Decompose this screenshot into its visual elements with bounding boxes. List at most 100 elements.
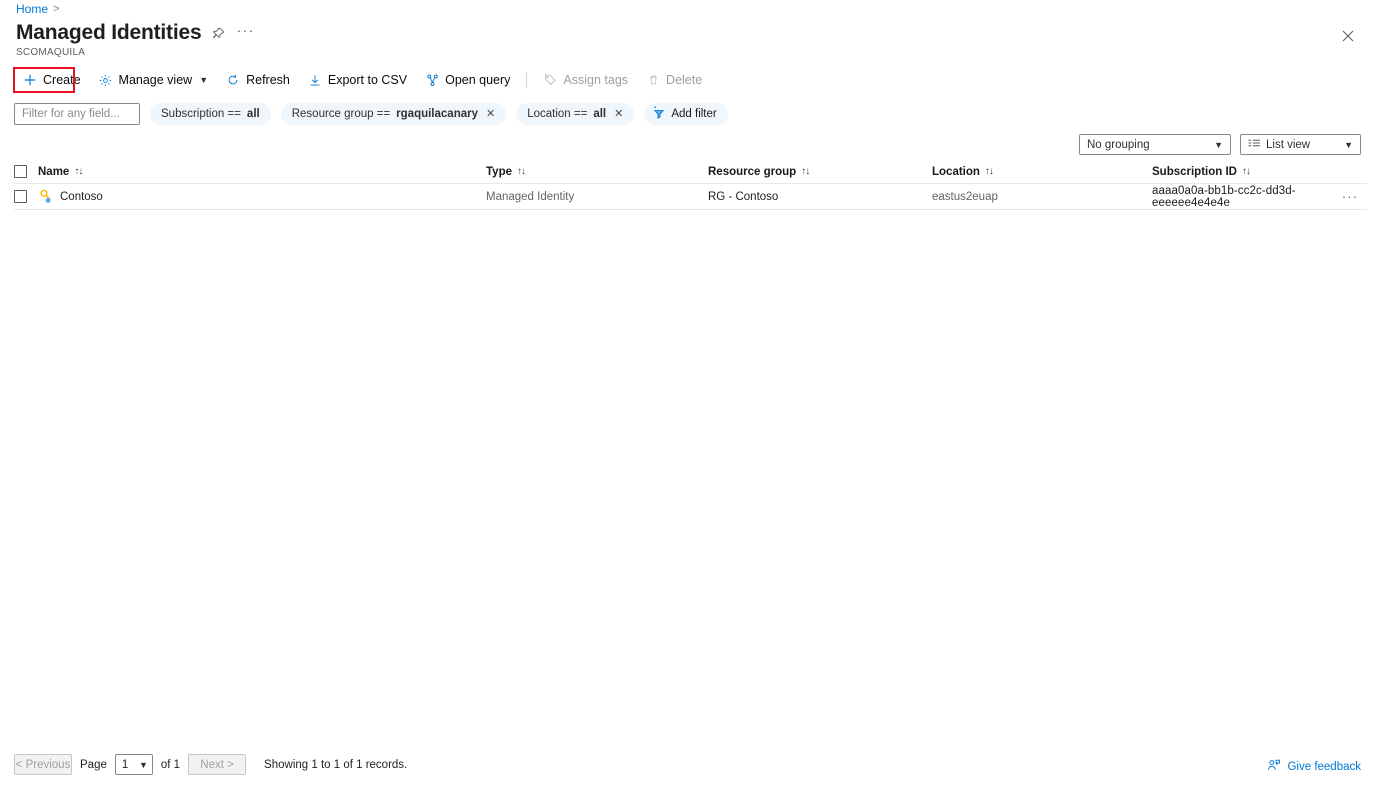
column-header-name-label: Name <box>38 166 69 178</box>
managed-identity-icon <box>38 189 53 204</box>
refresh-label: Refresh <box>246 73 290 87</box>
chevron-down-icon: ▼ <box>1344 140 1353 150</box>
refresh-button[interactable]: Refresh <box>217 68 299 92</box>
search-input[interactable] <box>14 103 140 125</box>
filter-pill-location-value: all <box>593 108 606 120</box>
row-checkbox[interactable] <box>14 190 27 203</box>
remove-filter-icon[interactable]: ✕ <box>614 109 623 120</box>
page-number-select[interactable]: 1 ▼ <box>115 754 153 775</box>
filter-pill-location[interactable]: Location == all ✕ <box>516 103 634 125</box>
close-icon[interactable] <box>1337 25 1359 47</box>
sort-icon: ↑↓ <box>801 166 809 177</box>
filter-pill-location-label: Location == <box>527 108 587 120</box>
previous-page-button: < Previous <box>14 754 72 775</box>
download-icon <box>308 73 322 87</box>
chevron-down-icon: ▼ <box>1214 140 1223 150</box>
resources-table: Name ↑↓ Type ↑↓ Resource group ↑↓ Locati… <box>14 164 1367 210</box>
column-header-resource-group[interactable]: Resource group ↑↓ <box>708 166 932 178</box>
page-label: Page <box>80 759 107 771</box>
open-query-label: Open query <box>445 73 510 87</box>
sort-icon: ↑↓ <box>74 166 82 177</box>
add-filter-icon <box>652 106 666 122</box>
records-summary: Showing 1 to 1 of 1 records. <box>264 759 407 771</box>
export-to-csv-button[interactable]: Export to CSV <box>299 68 416 92</box>
manage-view-label: Manage view <box>119 73 193 87</box>
delete-label: Delete <box>666 73 702 87</box>
filter-pill-resource-group-value: rgaquilacanary <box>396 108 478 120</box>
toolbar-divider <box>526 72 527 88</box>
filter-bar: Subscription == all Resource group == rg… <box>14 103 728 125</box>
column-header-name[interactable]: Name ↑↓ <box>38 166 486 178</box>
view-select[interactable]: List view ▼ <box>1240 134 1361 155</box>
select-all-checkbox-cell <box>14 165 38 178</box>
remove-filter-icon[interactable]: ✕ <box>486 109 495 120</box>
feedback-icon <box>1267 759 1281 775</box>
column-header-location-label: Location <box>932 166 980 178</box>
sort-icon: ↑↓ <box>1242 166 1250 177</box>
create-button-label: Create <box>43 73 81 87</box>
row-more-actions-button[interactable]: ··· <box>1342 189 1359 204</box>
column-header-type[interactable]: Type ↑↓ <box>486 166 708 178</box>
delete-button: Delete <box>637 68 711 92</box>
column-header-resource-group-label: Resource group <box>708 166 796 178</box>
page-subtitle: SCOMAQUILA <box>16 47 85 59</box>
column-header-location[interactable]: Location ↑↓ <box>932 166 1152 178</box>
select-all-checkbox[interactable] <box>14 165 27 178</box>
page-number-value: 1 <box>122 759 128 771</box>
cell-name: Contoso <box>38 189 486 204</box>
list-view-icon <box>1248 138 1261 151</box>
cell-location: eastus2euap <box>932 191 1152 203</box>
assign-tags-label: Assign tags <box>563 73 628 87</box>
row-context-menu-cell: ··· <box>1333 188 1367 206</box>
sort-icon: ↑↓ <box>985 166 993 177</box>
grouping-select-value: No grouping <box>1087 139 1150 151</box>
pin-icon[interactable] <box>210 25 227 42</box>
table-row[interactable]: Contoso Managed Identity RG - Contoso ea… <box>14 184 1367 210</box>
azure-portal-blade: Home > Managed Identities ··· SCOMAQUILA… <box>0 0 1377 791</box>
plus-icon <box>23 73 37 87</box>
gear-icon <box>99 73 113 87</box>
breadcrumb: Home > <box>16 2 59 16</box>
sort-icon: ↑↓ <box>517 166 525 177</box>
assign-tags-button: Assign tags <box>534 68 637 92</box>
query-graph-icon <box>425 73 439 87</box>
view-select-value: List view <box>1266 139 1310 151</box>
row-checkbox-cell <box>14 190 38 203</box>
cell-name-link[interactable]: Contoso <box>60 191 103 203</box>
manage-view-button[interactable]: Manage view ▼ <box>90 68 218 92</box>
add-filter-button[interactable]: Add filter <box>644 103 727 125</box>
command-bar: Create Manage view ▼ Refresh <box>14 68 711 92</box>
breadcrumb-home-link[interactable]: Home <box>16 2 48 16</box>
chevron-down-icon: ▼ <box>199 75 208 85</box>
grouping-select[interactable]: No grouping ▼ <box>1079 134 1231 155</box>
open-query-button[interactable]: Open query <box>416 68 519 92</box>
column-header-subscription-id-label: Subscription ID <box>1152 166 1237 178</box>
add-filter-label: Add filter <box>671 108 716 120</box>
view-controls: No grouping ▼ List view ▼ <box>1079 134 1361 155</box>
table-header-row: Name ↑↓ Type ↑↓ Resource group ↑↓ Locati… <box>14 164 1367 184</box>
breadcrumb-separator: > <box>53 2 59 16</box>
next-page-button: Next > <box>188 754 246 775</box>
filter-pill-subscription-label: Subscription == <box>161 108 241 120</box>
filter-pill-resource-group-label: Resource group == <box>292 108 390 120</box>
chevron-down-icon: ▼ <box>139 760 148 770</box>
export-to-csv-label: Export to CSV <box>328 73 407 87</box>
tag-icon <box>543 73 557 87</box>
page-title: Managed Identities <box>16 20 201 46</box>
filter-pill-resource-group[interactable]: Resource group == rgaquilacanary ✕ <box>281 103 507 125</box>
filter-pill-subscription[interactable]: Subscription == all <box>150 103 271 125</box>
page-title-row: Managed Identities ··· <box>16 20 255 46</box>
refresh-icon <box>226 73 240 87</box>
give-feedback-button[interactable]: Give feedback <box>1267 759 1361 775</box>
trash-icon <box>646 73 660 87</box>
cell-resource-group: RG - Contoso <box>708 191 932 203</box>
pagination-bar: < Previous Page 1 ▼ of 1 Next > Showing … <box>14 754 407 775</box>
cell-type: Managed Identity <box>486 191 708 203</box>
column-header-type-label: Type <box>486 166 512 178</box>
page-total-label: of 1 <box>161 759 180 771</box>
page-more-actions-button[interactable]: ··· <box>236 27 254 40</box>
create-button[interactable]: Create <box>14 68 90 92</box>
filter-pill-subscription-value: all <box>247 108 260 120</box>
give-feedback-label: Give feedback <box>1287 761 1361 773</box>
column-header-subscription-id[interactable]: Subscription ID ↑↓ <box>1152 166 1333 178</box>
